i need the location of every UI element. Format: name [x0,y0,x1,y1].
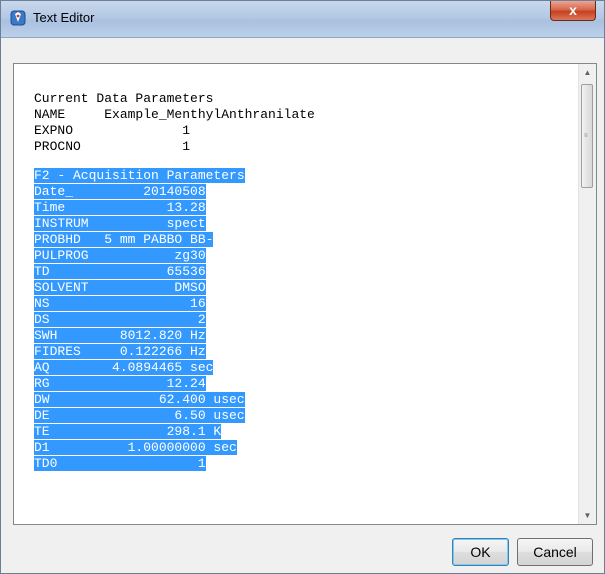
selected-text-line: Time 13.28 [34,200,315,216]
selection-highlight: SOLVENT DMSO [34,280,206,295]
title-bar[interactable]: Text Editor x [1,1,604,38]
selection-highlight: NS 16 [34,296,206,311]
close-button[interactable]: x [550,1,596,21]
window-title: Text Editor [33,10,95,25]
selection-highlight: DE 6.50 usec [34,408,245,423]
selected-text-line: TD 65536 [34,264,315,280]
selection-highlight: INSTRUM spect [34,216,206,231]
selection-highlight: TD0 1 [34,456,206,471]
selected-text-line: F2 - Acquisition Parameters [34,168,315,184]
selected-text-line: PULPROG zg30 [34,248,315,264]
selected-text-line: DE 6.50 usec [34,408,315,424]
selected-text-line: NS 16 [34,296,315,312]
grip-icon: ≡ [584,133,588,139]
selected-text-line: FIDRES 0.122266 Hz [34,344,315,360]
selection-highlight: RG 12.24 [34,376,206,391]
selection-highlight: FIDRES 0.122266 Hz [34,344,206,359]
selected-text-line: Date_ 20140508 [34,184,315,200]
selection-highlight: Date_ 20140508 [34,184,206,199]
selected-text-line: D1 1.00000000 sec [34,440,315,456]
selection-highlight: TD 65536 [34,264,206,279]
selected-text-line: RG 12.24 [34,376,315,392]
text-line: PROCNO 1 [34,139,191,154]
selected-text-line: PROBHD 5 mm PABBO BB- [34,232,315,248]
selection-highlight: Time 13.28 [34,200,206,215]
selected-text-line: SOLVENT DMSO [34,280,315,296]
close-icon: x [569,2,577,18]
text-editor-icon [10,10,26,26]
editor-content[interactable]: Current Data Parameters NAME Example_Ment… [34,91,315,472]
selection-highlight: SWH 8012.820 Hz [34,328,206,343]
selection-highlight: DW 62.400 usec [34,392,245,407]
selected-text-line: TE 298.1 K [34,424,315,440]
selected-text-line: SWH 8012.820 Hz [34,328,315,344]
selection-highlight: PULPROG zg30 [34,248,206,263]
text-line: Current Data Parameters [34,91,214,106]
header-lines: Current Data Parameters NAME Example_Ment… [34,91,315,155]
selected-text-line: AQ 4.0894465 sec [34,360,315,376]
cancel-button[interactable]: Cancel [517,538,593,566]
vertical-scrollbar[interactable]: ▲ ≡ ▼ [578,64,596,524]
scroll-down-arrow-icon[interactable]: ▼ [579,507,596,524]
selection-highlight: PROBHD 5 mm PABBO BB- [34,232,214,247]
ok-button[interactable]: OK [452,538,509,566]
selection-highlight: D1 1.00000000 sec [34,440,237,455]
scrollbar-thumb[interactable]: ≡ [581,84,593,188]
text-editor-window: Text Editor x Current Data Parameters NAM… [0,0,605,574]
scroll-up-arrow-icon[interactable]: ▲ [579,64,596,81]
selection-highlight: F2 - Acquisition Parameters [34,168,245,183]
selection-highlight: TE 298.1 K [34,424,222,439]
text-line: EXPNO 1 [34,123,191,138]
selected-text-line: TD0 1 [34,456,315,472]
selection-highlight: AQ 4.0894465 sec [34,360,214,375]
text-area[interactable]: Current Data Parameters NAME Example_Ment… [13,63,597,525]
selected-text-line: INSTRUM spect [34,216,315,232]
selected-text-line: DW 62.400 usec [34,392,315,408]
selected-text-line: DS 2 [34,312,315,328]
selection-highlight: DS 2 [34,312,206,327]
text-line: NAME Example_MenthylAnthranilate [34,107,315,122]
selected-lines: F2 - Acquisition Parameters Date_ 2014050… [34,168,315,472]
